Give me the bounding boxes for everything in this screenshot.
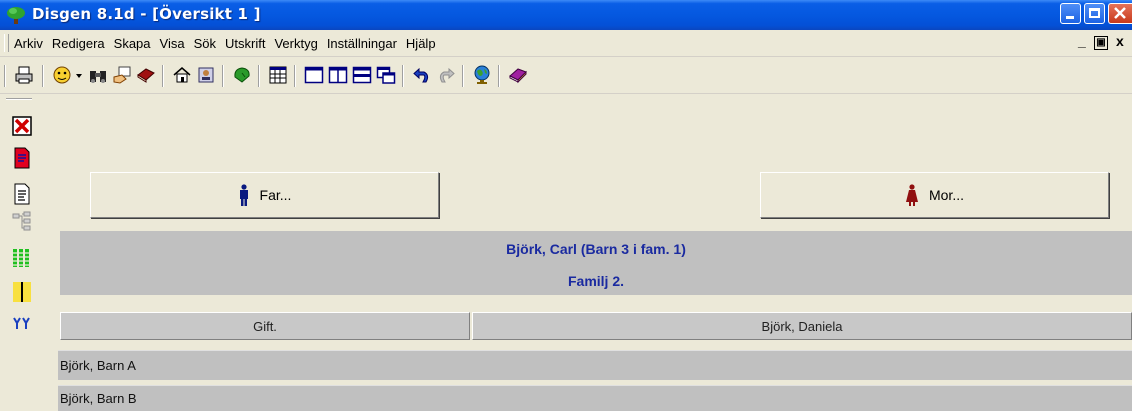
- mother-button-label: Mor...: [928, 187, 964, 203]
- layout-cascade-icon[interactable]: [376, 65, 396, 85]
- toolbar: [0, 57, 1132, 94]
- menu-skapa[interactable]: Skapa: [114, 36, 151, 51]
- menu-verktyg[interactable]: Verktyg: [274, 36, 317, 51]
- toolbar-grip: [4, 65, 6, 87]
- layout-split-icon[interactable]: [328, 65, 348, 85]
- close-icon: [1114, 7, 1126, 19]
- toolbar-separator: [402, 65, 404, 87]
- father-button-label: Far...: [259, 187, 292, 203]
- window-title: Disgen 8.1d - [Översikt 1 ]: [32, 5, 261, 23]
- menu-items: Arkiv Redigera Skapa Visa Sök Utskrift V…: [14, 30, 445, 56]
- side-toolbar: [0, 95, 39, 411]
- globe-icon[interactable]: [472, 65, 492, 85]
- menu-sok[interactable]: Sök: [194, 36, 216, 51]
- toolbar-separator: [162, 65, 164, 87]
- toolbar-separator: [294, 65, 296, 87]
- tree-icon[interactable]: [232, 65, 252, 85]
- toolbar-separator: [498, 65, 500, 87]
- menu-bar: Arkiv Redigera Skapa Visa Sök Utskrift V…: [0, 30, 1132, 57]
- male-person-icon: [239, 184, 248, 206]
- address-book-icon[interactable]: [196, 65, 216, 85]
- menu-installningar[interactable]: Inställningar: [327, 36, 397, 51]
- maximize-button[interactable]: [1084, 3, 1105, 24]
- delete-icon[interactable]: [12, 115, 32, 137]
- list-icon[interactable]: [12, 247, 32, 269]
- menu-utskrift[interactable]: Utskrift: [225, 36, 265, 51]
- family-label[interactable]: Familj 2.: [60, 273, 1132, 289]
- redo-icon[interactable]: [436, 65, 456, 85]
- timeline-icon[interactable]: [12, 281, 32, 303]
- red-document-icon[interactable]: [12, 147, 32, 169]
- book-icon[interactable]: [508, 65, 528, 85]
- spouse-cell[interactable]: Björk, Daniela: [472, 312, 1132, 340]
- menu-grip: [4, 34, 9, 52]
- person-info-band: Björk, Carl (Barn 3 i fam. 1) Familj 2.: [60, 231, 1132, 295]
- child-row[interactable]: Björk, Barn B: [58, 385, 1132, 411]
- calendar-icon[interactable]: [268, 65, 288, 85]
- dropdown-arrow-icon[interactable]: [74, 65, 84, 85]
- close-button[interactable]: [1108, 3, 1132, 24]
- note-document-icon[interactable]: [12, 183, 32, 205]
- minimize-button[interactable]: [1060, 3, 1081, 24]
- mdi-controls: _ ▣ x: [1072, 33, 1132, 51]
- toolbar-separator: [42, 65, 44, 87]
- mdi-restore-button[interactable]: ▣: [1094, 36, 1108, 50]
- menu-hjalp[interactable]: Hjälp: [406, 36, 436, 51]
- menu-redigera[interactable]: Redigera: [52, 36, 105, 51]
- house-icon[interactable]: [172, 65, 192, 85]
- toolbar-separator: [258, 65, 260, 87]
- tree-app-icon: [7, 7, 25, 24]
- print-icon[interactable]: [14, 65, 34, 85]
- books-icon[interactable]: [136, 65, 156, 85]
- layout-horizontal-icon[interactable]: [352, 65, 372, 85]
- person-icon[interactable]: [52, 65, 72, 85]
- binoculars-icon[interactable]: [88, 65, 108, 85]
- menu-arkiv[interactable]: Arkiv: [14, 36, 43, 51]
- layout-single-icon[interactable]: [304, 65, 324, 85]
- toolbar-separator: [462, 65, 464, 87]
- tree-chart-icon[interactable]: [12, 211, 32, 233]
- overview-panel: Far... Mor... Björk, Carl (Barn 3 i fam.…: [38, 95, 1132, 411]
- mdi-close-button[interactable]: x: [1116, 33, 1124, 49]
- toolbar-separator: [222, 65, 224, 87]
- child-row[interactable]: Björk, Barn A: [58, 350, 1132, 380]
- mdi-minimize-button[interactable]: _: [1078, 33, 1086, 49]
- hand-card-icon[interactable]: [112, 65, 132, 85]
- side-toolbar-grip: [6, 98, 32, 100]
- descendants-icon[interactable]: [12, 315, 32, 333]
- undo-icon[interactable]: [412, 65, 432, 85]
- female-person-icon: [905, 184, 918, 206]
- father-button[interactable]: Far...: [90, 172, 439, 218]
- menu-visa[interactable]: Visa: [160, 36, 185, 51]
- title-bar: Disgen 8.1d - [Översikt 1 ]: [0, 0, 1132, 30]
- marital-status-cell[interactable]: Gift.: [60, 312, 470, 340]
- person-name[interactable]: Björk, Carl (Barn 3 i fam. 1): [60, 241, 1132, 257]
- mother-button[interactable]: Mor...: [760, 172, 1109, 218]
